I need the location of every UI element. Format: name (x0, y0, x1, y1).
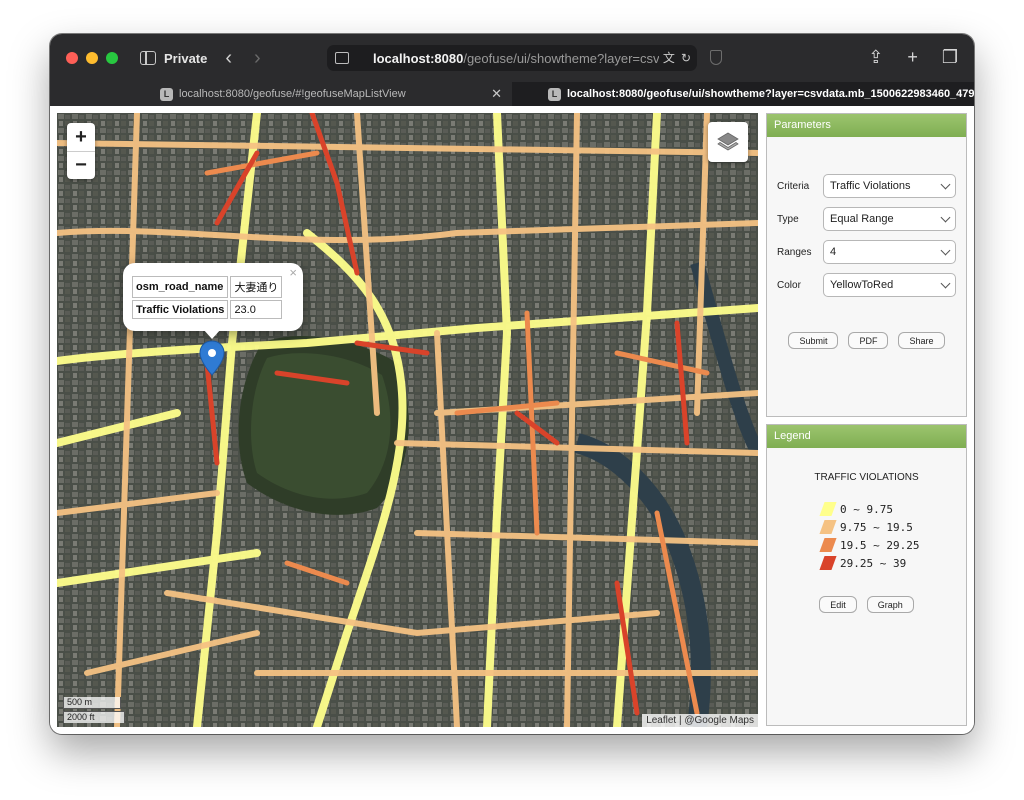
new-tab-icon[interactable]: + (907, 47, 918, 67)
tab-showtheme[interactable]: L localhost:8080/geofuse/ui/showtheme?la… (512, 82, 974, 106)
color-label: Color (777, 279, 801, 291)
tab-map-list[interactable]: L localhost:8080/geofuse/#!geofuseMapLis… (50, 82, 512, 106)
legend-swatch (819, 556, 837, 570)
legend-heading: TRAFFIC VIOLATIONS (814, 472, 919, 483)
browser-window: Private ‹ › localhost:8080/geofuse/ui/sh… (50, 34, 974, 734)
type-select[interactable]: Equal Range (823, 207, 956, 231)
zoom-in-button[interactable]: + (67, 123, 95, 151)
type-row: Type Equal Range (777, 207, 956, 231)
close-tab-icon[interactable]: ✕ (491, 86, 502, 102)
map-tiles (57, 113, 758, 727)
ranges-label: Ranges (777, 246, 812, 258)
criteria-row: Criteria Traffic Violations (777, 174, 956, 198)
chevron-down-icon (940, 278, 951, 288)
chevron-down-icon (940, 245, 951, 255)
scale-imperial: 2000 ft (63, 711, 125, 723)
minimize-window-button[interactable] (86, 52, 98, 64)
tab-label: localhost:8080/geofuse/#!geofuseMapListV… (179, 88, 406, 100)
map-attribution[interactable]: Leaflet | @Google Maps (642, 714, 758, 727)
share-icon[interactable]: ⇪ (868, 47, 883, 67)
feature-popup: × osm_road_name 大妻通り Traffic Violations … (123, 263, 303, 331)
window-controls (66, 52, 118, 64)
criteria-label: Criteria (777, 180, 810, 192)
chevron-down-icon (940, 179, 951, 189)
reload-icon[interactable]: ↻ (681, 50, 691, 66)
layers-button[interactable] (708, 122, 748, 162)
attribute-value: 23.0 (230, 300, 283, 319)
tab-bar: L localhost:8080/geofuse/#!geofuseMapLis… (50, 82, 974, 106)
page-menu-icon[interactable] (335, 52, 349, 64)
close-window-button[interactable] (66, 52, 78, 64)
page-content: + − × osm_road_name 大妻通り Traffic Violati… (50, 106, 974, 734)
color-select[interactable]: YellowToRed (823, 273, 956, 297)
title-bar: Private ‹ › localhost:8080/geofuse/ui/sh… (50, 34, 974, 82)
layers-icon (717, 132, 739, 151)
translate-icon[interactable]: 文 (663, 50, 675, 66)
sidebar-toggle-icon[interactable] (140, 51, 156, 65)
parameters-title: Parameters (767, 114, 966, 137)
legend-item: 0 ~ 9.75 (819, 500, 919, 518)
private-mode-label: Private (164, 50, 208, 66)
color-row: Color YellowToRed (777, 273, 956, 297)
privacy-shield-icon[interactable] (710, 50, 722, 65)
back-button[interactable]: ‹ (225, 48, 232, 68)
pdf-button[interactable]: PDF (848, 332, 889, 349)
share-button[interactable]: Share (898, 332, 945, 349)
tab-overview-icon[interactable]: ❐ (942, 47, 958, 67)
tab-label: localhost:8080/geofuse/ui/showtheme?laye… (567, 88, 974, 100)
chevron-down-icon (940, 212, 951, 222)
ranges-row: Ranges 4 (777, 240, 956, 264)
legend-item: 9.75 ~ 19.5 (819, 518, 919, 536)
ranges-select[interactable]: 4 (823, 240, 956, 264)
address-bar[interactable]: localhost:8080/geofuse/ui/showtheme?laye… (327, 45, 697, 71)
edit-button[interactable]: Edit (819, 596, 857, 613)
popup-close-icon[interactable]: × (289, 265, 297, 280)
parameters-panel: Parameters Criteria Traffic Violations T… (766, 113, 967, 417)
url-text: localhost:8080/geofuse/ui/showtheme?laye… (373, 50, 674, 66)
legend-list: 0 ~ 9.75 9.75 ~ 19.5 19.5 ~ 29.25 29.25 … (819, 500, 919, 572)
favicon-icon: L (160, 87, 173, 101)
legend-swatch (819, 520, 837, 534)
legend-panel: Legend TRAFFIC VIOLATIONS 0 ~ 9.75 9.75 … (766, 424, 967, 726)
zoom-out-button[interactable]: − (67, 151, 95, 179)
attribute-key: Traffic Violations (132, 300, 229, 319)
legend-item: 29.25 ~ 39 (819, 554, 919, 572)
map-view[interactable]: + − × osm_road_name 大妻通り Traffic Violati… (57, 113, 758, 727)
attribute-value: 大妻通り (230, 276, 283, 298)
legend-item: 19.5 ~ 29.25 (819, 536, 919, 554)
zoom-window-button[interactable] (106, 52, 118, 64)
popup-tip (203, 329, 221, 339)
legend-title: Legend (767, 425, 966, 448)
attribute-key: osm_road_name (132, 276, 229, 298)
popup-attribute-table: osm_road_name 大妻通り Traffic Violations 23… (130, 274, 284, 321)
graph-button[interactable]: Graph (866, 596, 914, 613)
legend-swatch (819, 502, 837, 516)
table-row: osm_road_name 大妻通り (132, 276, 283, 298)
scale-metric: 500 m (63, 697, 121, 709)
submit-button[interactable]: Submit (788, 332, 839, 349)
table-row: Traffic Violations 23.0 (132, 300, 283, 319)
legend-swatch (819, 538, 837, 552)
type-label: Type (777, 213, 799, 225)
favicon-icon: L (548, 87, 561, 101)
scale-bar: 500 m 2000 ft (63, 697, 125, 723)
forward-button[interactable]: › (254, 48, 261, 68)
zoom-control: + − (67, 123, 95, 179)
criteria-select[interactable]: Traffic Violations (823, 174, 956, 198)
